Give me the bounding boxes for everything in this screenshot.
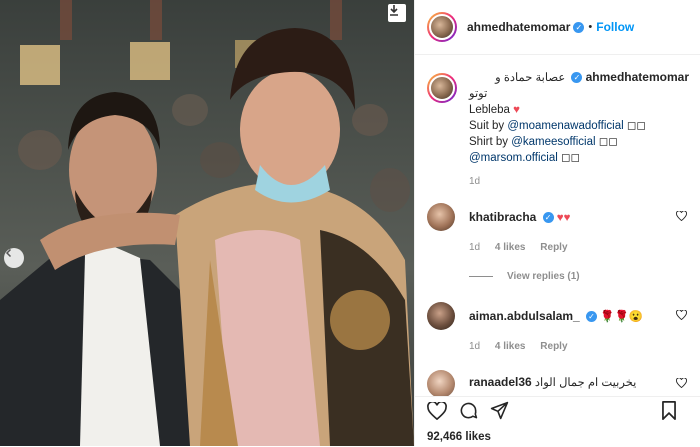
credit-suffix: ◻◻ [595,136,618,148]
reply-button[interactable]: Reply [540,242,567,253]
avatar[interactable] [427,203,455,231]
bookmark-icon[interactable] [661,401,677,423]
caption-username[interactable]: ahmedhatemomar [586,70,689,84]
chevron-left-icon[interactable] [4,248,24,268]
avatar[interactable] [427,12,457,42]
credit-prefix: Suit by [469,120,508,132]
comment-likes[interactable]: 4 likes [495,242,526,253]
comment-icon[interactable] [459,401,478,423]
caption-lebleba: Lebleba [469,104,510,116]
post-caption: ahmedhatemomar ✓ عصابة حمادة و توتو Lebl… [415,55,700,187]
avatar[interactable] [427,73,457,103]
caption-text-line-1: عصابة حمادة و [495,72,566,84]
comment-item: ranaadel36 يخربيت ام جمال الواد [415,370,700,396]
mention-link[interactable]: @moamenawadofficial [507,120,623,132]
separator-dot: • [588,21,593,33]
heart-icon[interactable] [676,377,687,391]
mention-link[interactable]: @marsom.official [469,152,558,164]
heart-icon[interactable] [676,309,687,323]
comment-item: khatibracha ✓ ♥♥ 1d 4 likes Reply [415,203,700,253]
instagram-post: ahmedhatemomar ✓ • Follow ahmedhatemomar… [0,0,700,446]
heart-icon[interactable] [427,400,447,423]
post-time[interactable]: 1d [469,176,689,187]
credit-prefix: Shirt by [469,136,512,148]
share-icon[interactable] [490,401,509,423]
caption-text-line-2: توتو [469,88,488,100]
comment-username[interactable]: aiman.abdulsalam_ [469,309,580,323]
username[interactable]: ahmedhatemomar [467,20,570,34]
comment-text: 🌹🌹😮 [600,311,644,323]
comment-username[interactable]: ranaadel36 [469,375,532,389]
likes-count[interactable]: 92,466 likes [415,431,700,443]
comment-time[interactable]: 1d [469,341,480,352]
verified-badge-icon: ✓ [573,21,585,33]
credit-suffix: ◻◻ [557,152,581,164]
verified-badge-icon: ✓ [571,72,583,84]
heart-icon[interactable] [676,210,687,224]
reply-button[interactable]: Reply [540,341,567,352]
heart-emoji: ♥ [513,104,520,116]
mention-link[interactable]: @kameesofficial [511,136,595,148]
view-replies-button[interactable]: View replies (1) [415,271,700,282]
comments-section[interactable]: ahmedhatemomar ✓ عصابة حمادة و توتو Lebl… [415,55,700,396]
comment-likes[interactable]: 4 likes [495,341,526,352]
post-side-panel: ahmedhatemomar ✓ • Follow ahmedhatemomar… [414,0,700,446]
comment-item: aiman.abdulsalam_ ✓ 🌹🌹😮 1d 4 likes Reply [415,302,700,352]
post-header: ahmedhatemomar ✓ • Follow [415,0,700,55]
post-photo[interactable] [0,0,414,446]
verified-badge-icon: ✓ [585,311,597,323]
avatar[interactable] [427,370,455,396]
comment-text: ♥♥ [556,212,571,224]
photo-illustration [0,0,414,446]
comment-username[interactable]: khatibracha [469,210,536,224]
credit-suffix: ◻◻ [623,120,646,132]
verified-badge-icon: ✓ [542,212,554,224]
post-actions-bar: 92,466 likes [415,396,700,447]
comment-text: يخربيت ام جمال الواد [534,377,637,389]
avatar[interactable] [427,302,455,330]
comment-time[interactable]: 1d [469,242,480,253]
download-icon[interactable] [388,4,406,22]
follow-button[interactable]: Follow [596,20,634,34]
